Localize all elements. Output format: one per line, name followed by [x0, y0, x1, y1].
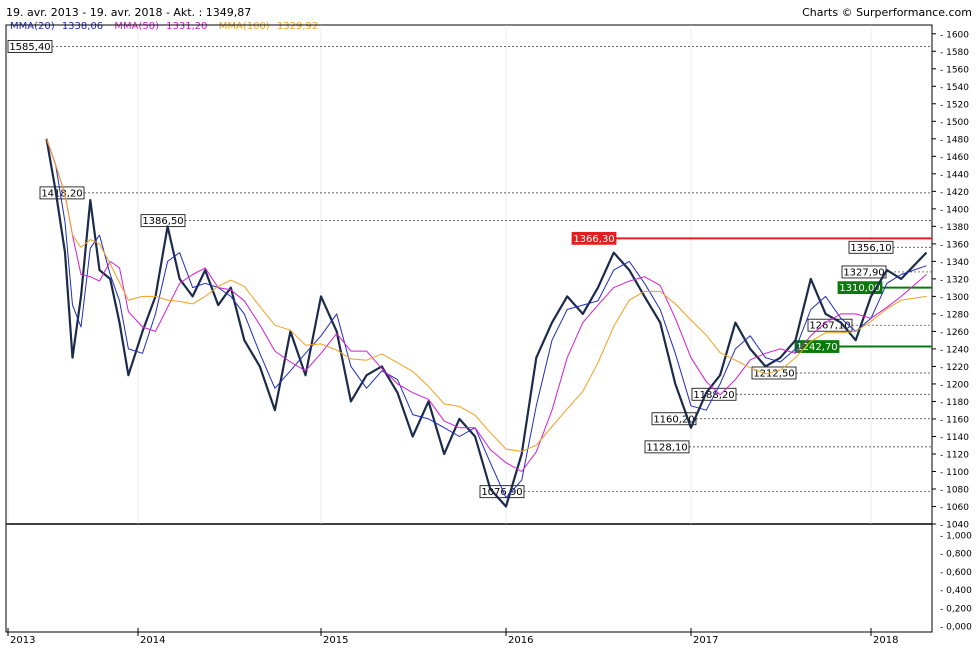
y-tick-label: - 1220 — [940, 363, 969, 373]
sub-y-tick-label: - 0,200 — [940, 604, 972, 614]
y-tick-label: - 1480 — [940, 135, 969, 145]
level-label: 1418,20 — [41, 188, 82, 199]
y-tick-label: - 1180 — [940, 398, 969, 408]
y-tick-label: - 1560 — [940, 65, 969, 75]
main-panel-frame — [5, 24, 933, 525]
level-label: 1366,30 — [573, 234, 614, 245]
y-tick-label: - 1420 — [940, 188, 969, 198]
y-tick-label: - 1300 — [940, 293, 969, 303]
y-tick-label: - 1600 — [940, 30, 969, 40]
sub-y-tick-label: - 1,000 — [940, 532, 972, 542]
y-tick-label: - 1080 — [940, 485, 969, 495]
y-tick-label: - 1440 — [940, 170, 969, 180]
y-tick-label: - 1520 — [940, 100, 969, 110]
y-tick-label: - 1540 — [940, 83, 969, 93]
y-tick-label: - 1160 — [940, 415, 969, 425]
mma100-line — [46, 138, 927, 452]
y-tick-label: - 1360 — [940, 240, 969, 250]
sub-y-tick-label: - 0,800 — [940, 550, 972, 560]
x-tick-label: 2013 — [10, 635, 35, 646]
sub-panel-frame — [5, 523, 933, 633]
x-tick-label: 2014 — [140, 635, 165, 646]
y-tick-label: - 1140 — [940, 433, 969, 443]
sub-y-tick-label: - 0,000 — [940, 623, 972, 633]
level-label: 1386,50 — [142, 216, 183, 227]
y-tick-label: - 1240 — [940, 345, 969, 355]
y-tick-label: - 1100 — [940, 468, 969, 478]
y-tick-label: - 1260 — [940, 328, 969, 338]
price-line — [45, 138, 928, 508]
level-label: 1212,50 — [753, 368, 794, 379]
y-tick-label: - 1040 — [940, 521, 969, 531]
level-label: 1585,40 — [9, 42, 50, 53]
y-tick-label: - 1380 — [940, 223, 969, 233]
chart-root: 19. avr. 2013 - 19. avr. 2018 - Akt. : 1… — [0, 0, 980, 650]
y-tick-label: - 1280 — [940, 310, 969, 320]
y-tick-label: - 1500 — [940, 118, 969, 128]
y-tick-label: - 1060 — [940, 503, 969, 513]
level-label: 1242,70 — [796, 342, 837, 353]
x-tick-label: 2015 — [323, 635, 348, 646]
sub-y-tick-label: - 0,600 — [940, 568, 972, 578]
y-tick-label: - 1120 — [940, 450, 969, 460]
x-tick-label: 2018 — [873, 635, 898, 646]
y-tick-label: - 1320 — [940, 275, 969, 285]
price-chart: - 1040 - 1060 - 1080 - 1100 - 1120 - 1140 - 11… — [5, 24, 972, 646]
x-tick-label: 2017 — [693, 635, 718, 646]
sub-y-tick-label: - 0,400 — [940, 586, 972, 596]
y-tick-label: - 1340 — [940, 258, 969, 268]
level-label: 1128,10 — [646, 442, 687, 453]
mma50-line — [46, 138, 927, 472]
y-tick-label: - 1200 — [940, 380, 969, 390]
y-tick-label: - 1460 — [940, 153, 969, 163]
y-tick-label: - 1580 — [940, 48, 969, 58]
level-label: 1327,90 — [843, 267, 884, 278]
x-tick-label: 2016 — [508, 635, 533, 646]
level-label: 1356,10 — [850, 243, 891, 254]
y-tick-label: - 1400 — [940, 205, 969, 215]
